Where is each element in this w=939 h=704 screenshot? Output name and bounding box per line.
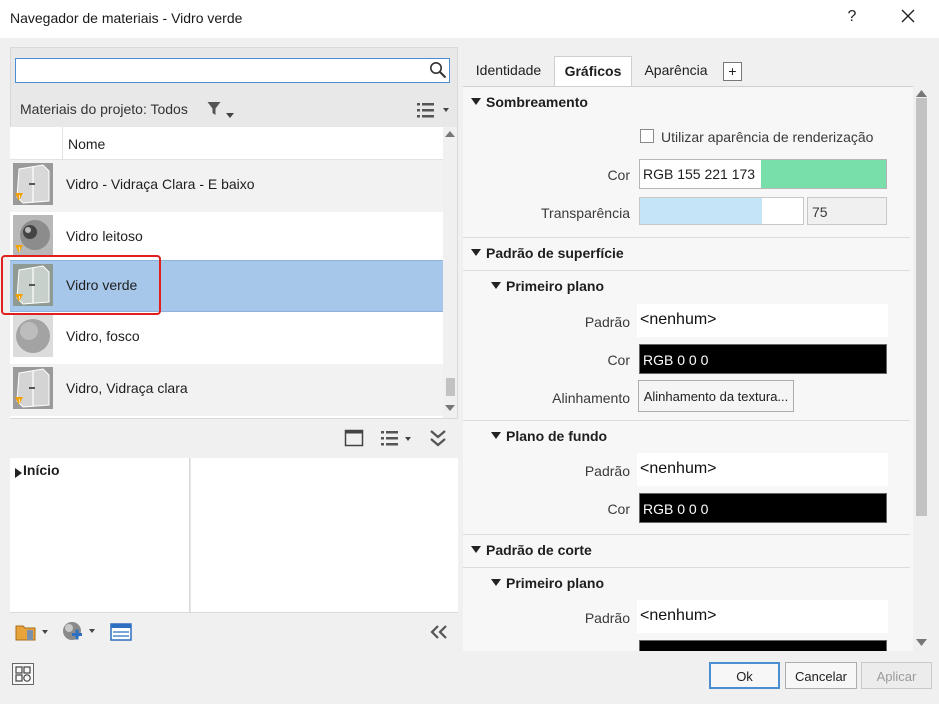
alignment-label: Alinhamento [552, 390, 630, 406]
cut-fg-pattern-label: Padrão [584, 610, 630, 626]
library-contents [191, 458, 458, 612]
transparency-slider-fill [640, 198, 763, 224]
frosted-sphere-icon [13, 315, 53, 357]
scrollbar-thumb[interactable] [446, 378, 455, 396]
caret-down-icon[interactable] [471, 249, 481, 257]
shading-color-label: Cor [607, 167, 630, 183]
selection-highlight-annotation [1, 255, 161, 315]
glass-pane-icon: ! [13, 367, 53, 409]
svg-text:!: ! [18, 398, 21, 406]
transparency-input[interactable]: 75 [807, 197, 887, 225]
cut-fg-color-field[interactable]: RGB 0 0 0 [639, 640, 887, 651]
scroll-up-icon[interactable] [916, 90, 927, 97]
library-folder-icon[interactable] [15, 622, 51, 642]
panel-layout-icon [12, 663, 34, 685]
new-material-icon[interactable] [62, 621, 98, 643]
surface-bg-pattern-label: Padrão [584, 463, 630, 479]
add-tab-button[interactable]: + [723, 62, 742, 81]
ok-button[interactable]: Ok [709, 662, 780, 689]
tree-item-home[interactable]: Início [23, 462, 60, 478]
surface-fg-pattern-field[interactable]: <nenhum> [637, 304, 888, 337]
color-swatch [761, 160, 886, 188]
list-item[interactable]: ! Vidro - Vidraça Clara - E baixo [10, 160, 443, 212]
list-item-label: Vidro leitoso [66, 228, 143, 244]
apply-button[interactable]: Aplicar [861, 662, 932, 689]
scrollbar-thumb[interactable] [916, 98, 927, 516]
help-button[interactable]: ? [845, 8, 859, 26]
asset-editor-icon[interactable] [110, 622, 132, 642]
transparency-label: Transparência [541, 205, 630, 221]
surface-fg-color-label: Cor [607, 352, 630, 368]
caret-down-icon[interactable] [491, 579, 501, 587]
scroll-down-icon[interactable] [445, 405, 455, 411]
search-input[interactable] [15, 58, 450, 83]
tab-graficos[interactable]: Gráficos [554, 56, 632, 87]
list-item-label: Vidro, fosco [66, 328, 140, 344]
tab-identidade[interactable]: Identidade [466, 56, 551, 86]
shading-color-value: RGB 155 221 173 [643, 166, 756, 182]
surface-bg-color-field[interactable]: RGB 0 0 0 [639, 493, 887, 523]
library-tree [10, 458, 190, 612]
cut-fg-pattern-field[interactable]: <nenhum> [637, 600, 888, 633]
window-title: Navegador de materiais - Vidro verde [10, 10, 243, 26]
list-header: Nome [10, 127, 443, 160]
section-cut-pattern[interactable]: Padrão de corte [486, 542, 592, 558]
close-icon [901, 9, 915, 23]
toggle-library-panel-button[interactable] [11, 662, 35, 686]
list-view-icon [417, 103, 449, 118]
list-item[interactable]: Vidro, fosco [10, 312, 443, 364]
panel-toggle-icon[interactable] [344, 428, 364, 448]
section-cut-foreground[interactable]: Primeiro plano [506, 575, 604, 591]
double-chevron-left-icon[interactable] [429, 624, 449, 640]
texture-alignment-button[interactable]: Alinhamento da textura... [638, 380, 794, 412]
surface-bg-color-label: Cor [607, 501, 630, 517]
section-surface-background[interactable]: Plano de fundo [506, 428, 607, 444]
section-shading[interactable]: Sombreamento [486, 94, 588, 110]
render-appearance-label: Utilizar aparência de renderização [661, 129, 874, 145]
scroll-down-icon[interactable] [916, 639, 927, 646]
library-view-options-icon[interactable] [380, 429, 416, 447]
glass-sphere-icon: ! [13, 215, 53, 257]
double-chevron-down-icon[interactable] [429, 428, 447, 448]
scroll-up-icon[interactable] [445, 131, 455, 137]
caret-right-icon[interactable] [15, 465, 23, 478]
svg-text:!: ! [18, 194, 21, 202]
chevron-down-icon[interactable] [226, 106, 234, 118]
transparency-slider[interactable] [639, 197, 804, 225]
column-header-name[interactable]: Nome [68, 136, 105, 152]
svg-text:!: ! [18, 246, 21, 254]
filter-icon[interactable] [207, 101, 221, 117]
shading-color-field[interactable]: RGB 155 221 173 [639, 159, 887, 189]
tab-aparencia[interactable]: Aparência [636, 56, 716, 86]
search-icon[interactable] [429, 61, 447, 79]
surface-bg-pattern-field[interactable]: <nenhum> [637, 453, 888, 486]
list-item-label: Vidro, Vidraça clara [66, 380, 188, 396]
caret-down-icon[interactable] [491, 282, 501, 290]
view-options-button[interactable] [416, 101, 450, 119]
section-surface-pattern[interactable]: Padrão de superfície [486, 245, 624, 261]
project-materials-filter-label: Materiais do projeto: Todos [20, 101, 188, 117]
glass-pane-icon: ! [13, 163, 53, 205]
surface-fg-pattern-label: Padrão [584, 314, 630, 330]
caret-down-icon[interactable] [491, 432, 501, 440]
properties-scrollbar[interactable] [913, 86, 930, 651]
caret-down-icon[interactable] [471, 546, 481, 554]
list-item[interactable]: ! Vidro, Vidraça clara [10, 364, 443, 416]
materials-list-scrollbar[interactable] [443, 127, 457, 418]
caret-down-icon[interactable] [471, 98, 481, 106]
surface-fg-color-field[interactable]: RGB 0 0 0 [639, 344, 887, 374]
list-item-label: Vidro - Vidraça Clara - E baixo [66, 176, 255, 192]
cancel-button[interactable]: Cancelar [785, 662, 857, 689]
close-button[interactable] [898, 6, 918, 26]
graphics-properties-panel: Sombreamento Utilizar aparência de rende… [463, 86, 913, 651]
section-surface-foreground[interactable]: Primeiro plano [506, 278, 604, 294]
render-appearance-checkbox[interactable] [640, 129, 654, 143]
